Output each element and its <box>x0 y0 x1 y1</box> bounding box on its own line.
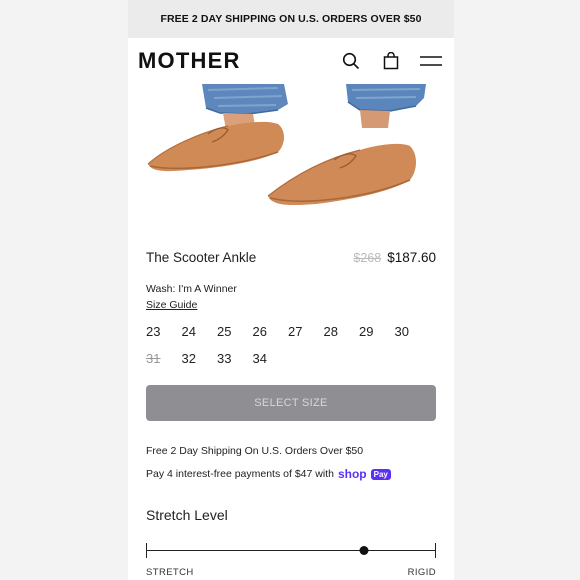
slider-labels: STRETCH RIGID <box>146 567 436 578</box>
price-group: $268 $187.60 <box>353 250 436 265</box>
size-options: 23 24 25 26 27 28 29 30 31 32 33 34 <box>146 323 436 367</box>
product-title: The Scooter Ankle <box>146 250 257 265</box>
installments-text: Pay 4 interest-free payments of $47 with <box>146 468 334 480</box>
size-option[interactable]: 32 <box>182 350 218 367</box>
select-size-button[interactable]: SELECT SIZE <box>146 385 436 421</box>
stretch-level-title: Stretch Level <box>146 507 228 523</box>
stretch-label: STRETCH <box>146 567 194 578</box>
size-option[interactable]: 31 <box>146 350 182 367</box>
shop-pay-logo[interactable]: shop <box>338 467 367 481</box>
stretch-level-slider <box>146 543 436 559</box>
header-icons <box>340 50 442 72</box>
shopping-bag-icon[interactable] <box>380 50 402 72</box>
size-guide-link[interactable]: Size Guide <box>146 299 197 311</box>
product-image[interactable] <box>128 84 454 240</box>
wash-label: Wash: I'm A Winner <box>146 283 237 295</box>
site-header: MOTHER <box>128 38 454 84</box>
sale-price: $187.60 <box>387 250 436 265</box>
promo-text: FREE 2 DAY SHIPPING ON U.S. ORDERS OVER … <box>160 13 422 25</box>
slider-track <box>146 550 436 551</box>
slider-knob <box>359 546 368 555</box>
shop-pay-badge: Pay <box>370 468 391 480</box>
size-option[interactable]: 34 <box>253 350 289 367</box>
original-price: $268 <box>353 251 382 265</box>
size-option[interactable]: 33 <box>217 350 253 367</box>
rigid-label: RIGID <box>407 567 436 578</box>
size-option[interactable]: 23 <box>146 323 182 340</box>
size-option[interactable]: 30 <box>395 323 431 340</box>
size-option[interactable]: 24 <box>182 323 218 340</box>
size-option[interactable]: 29 <box>359 323 395 340</box>
mobile-page: FREE 2 DAY SHIPPING ON U.S. ORDERS OVER … <box>128 0 454 580</box>
search-icon[interactable] <box>340 50 362 72</box>
menu-icon[interactable] <box>420 50 442 72</box>
size-option[interactable]: 25 <box>217 323 253 340</box>
size-option[interactable]: 28 <box>324 323 360 340</box>
title-row: The Scooter Ankle $268 $187.60 <box>146 250 436 265</box>
shipping-note: Free 2 Day Shipping On U.S. Orders Over … <box>146 445 364 457</box>
size-option[interactable]: 27 <box>288 323 324 340</box>
promo-bar: FREE 2 DAY SHIPPING ON U.S. ORDERS OVER … <box>128 0 454 38</box>
product-details: The Scooter Ankle $268 $187.60 Wash: I'm… <box>128 250 454 578</box>
installments-row: Pay 4 interest-free payments of $47 with… <box>146 467 436 481</box>
slider-cap-left <box>146 543 147 558</box>
brand-logo[interactable]: MOTHER <box>138 48 241 74</box>
size-option[interactable]: 26 <box>253 323 289 340</box>
slider-cap-right <box>435 543 436 558</box>
